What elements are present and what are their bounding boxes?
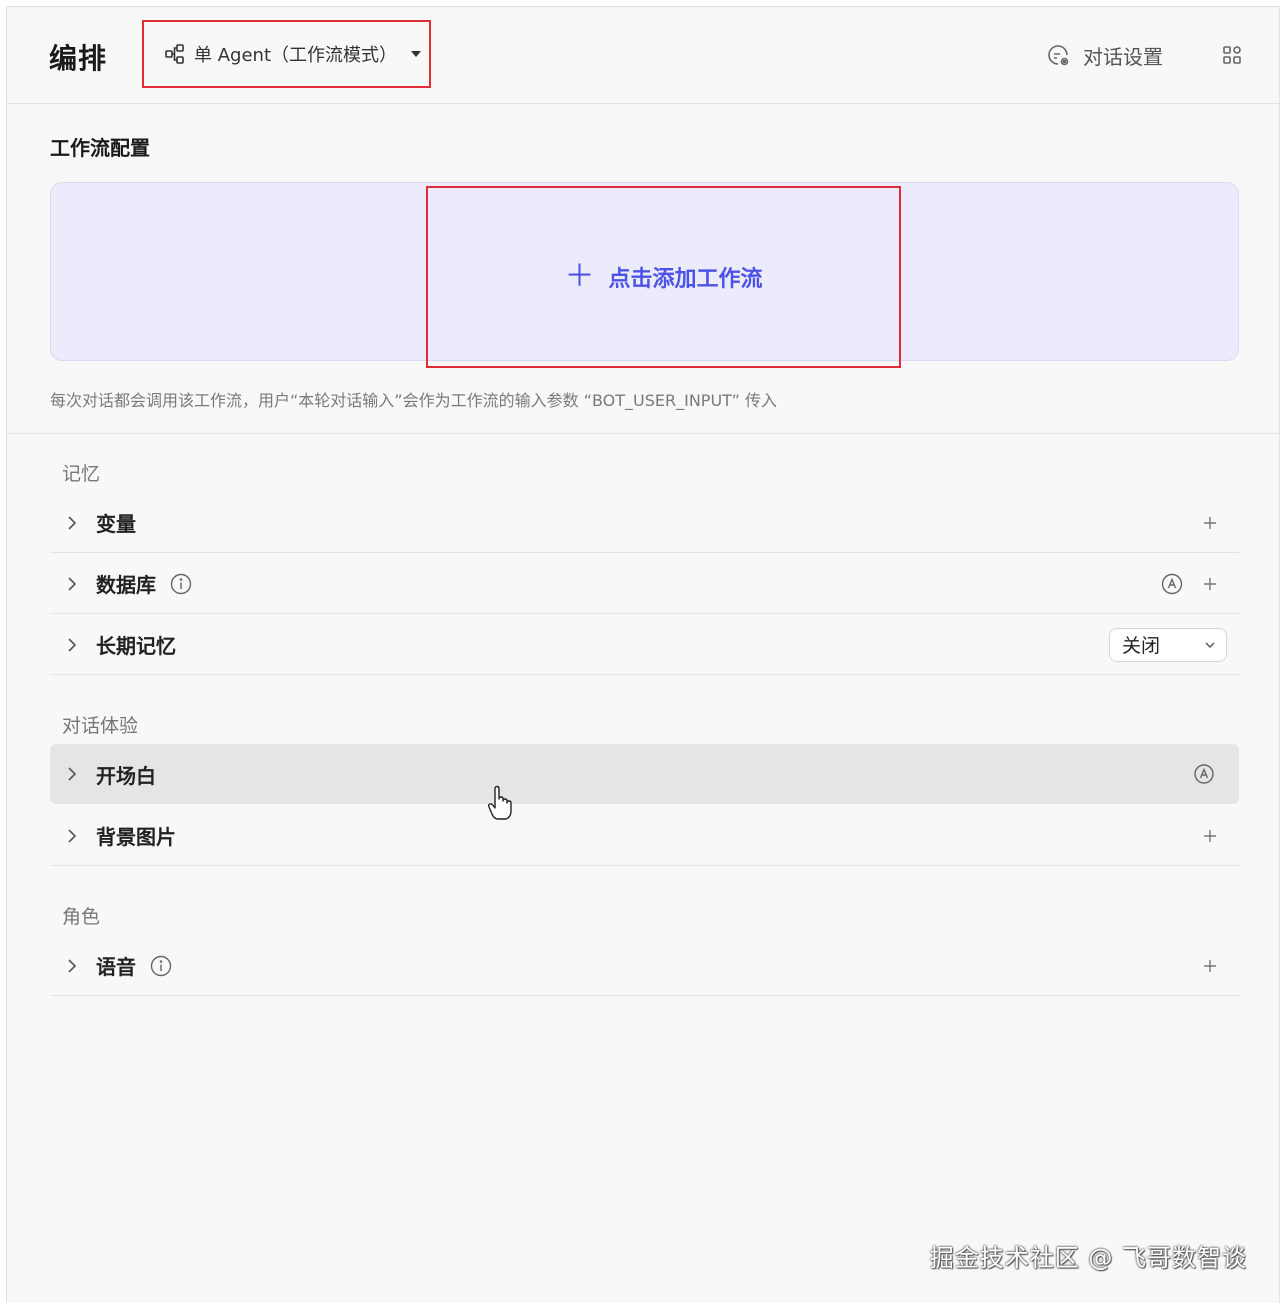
add-icon[interactable] [1201,957,1219,975]
agent-mode-select[interactable]: 单 Agent（工作流模式） [142,20,431,88]
auto-mode-icon[interactable] [1193,763,1215,785]
workflow-config-section: 工作流配置 ＋ 点击添加工作流 每次对话都会调用该工作流，用户“本轮对话输入”会… [7,104,1279,434]
experience-item-background[interactable]: 背景图片 [50,806,1239,866]
editor-panel: 编排 单 Agent（工作流模式） 对话设置 工作流配置 ＋ 点击添加工作流 每… [6,6,1280,1303]
add-icon[interactable] [1201,827,1219,845]
memory-group-title: 记忆 [62,463,101,485]
plus-icon: ＋ [564,259,595,294]
caret-down-icon [411,51,422,57]
hand-cursor-icon [487,785,513,823]
experience-group-title: 对话体验 [62,715,139,737]
chevron-down-icon [1204,639,1216,651]
add-icon[interactable] [1201,575,1219,593]
workflow-icon [164,43,186,65]
role-item-label: 语音 [96,955,136,979]
add-icon[interactable] [1201,514,1219,532]
chevron-right-icon[interactable] [64,766,80,782]
info-icon[interactable] [150,955,172,977]
chevron-right-icon[interactable] [64,828,80,844]
header: 编排 单 Agent（工作流模式） 对话设置 [7,7,1279,104]
add-workflow-button[interactable]: ＋ 点击添加工作流 [426,186,901,368]
add-workflow-label: 点击添加工作流 [608,267,763,292]
memory-item-label: 变量 [96,512,136,536]
info-icon[interactable] [170,573,192,595]
memory-item-label: 长期记忆 [96,634,176,658]
workflow-config-title: 工作流配置 [50,136,150,160]
memory-item-long-term[interactable]: 长期记忆 关闭 [50,615,1239,675]
long-term-memory-select[interactable]: 关闭 [1109,627,1227,662]
chevron-right-icon[interactable] [64,515,80,531]
experience-item-opening[interactable]: 开场白 [50,744,1239,804]
chat-settings-button[interactable]: 对话设置 [1047,41,1163,70]
layout-grid-icon[interactable] [1222,45,1242,65]
chat-settings-icon [1047,44,1071,68]
workflow-hint: 每次对话都会调用该工作流，用户“本轮对话输入”会作为工作流的输入参数 “BOT_… [50,391,777,410]
chevron-right-icon[interactable] [64,576,80,592]
auto-mode-icon[interactable] [1161,573,1183,595]
chat-settings-label: 对话设置 [1083,45,1163,69]
role-item-voice[interactable]: 语音 [50,936,1239,996]
agent-mode-label: 单 Agent（工作流模式） [194,45,398,66]
role-group-title: 角色 [62,906,101,928]
chevron-right-icon[interactable] [64,637,80,653]
watermark: 掘金技术社区 @ 飞哥数智谈 [929,1244,1247,1272]
page-title: 编排 [49,42,108,75]
chevron-right-icon[interactable] [64,958,80,974]
experience-item-label: 背景图片 [96,825,176,849]
memory-item-label: 数据库 [96,573,156,597]
memory-item-variables[interactable]: 变量 [50,493,1239,553]
experience-item-label: 开场白 [96,763,156,788]
memory-item-database[interactable]: 数据库 [50,554,1239,614]
long-term-memory-value: 关闭 [1122,635,1161,657]
